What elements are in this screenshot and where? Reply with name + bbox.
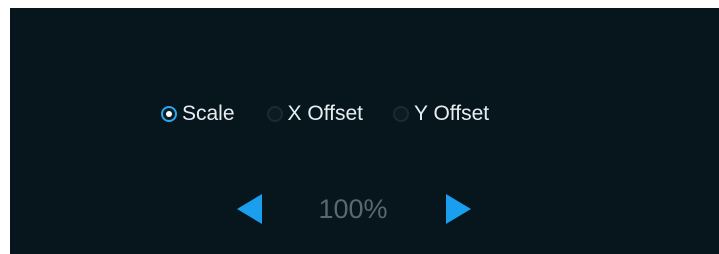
radio-button-x-offset[interactable] [266,106,283,122]
mode-radio-group: Scale X Offset Y Offset [161,100,489,128]
radio-label-scale: Scale [182,102,235,125]
adjust-panel: Scale X Offset Y Offset 100% [10,8,719,254]
arrow-right-icon[interactable] [446,194,471,224]
radio-label-y-offset: Y Offset [414,102,490,125]
radio-button-y-offset[interactable] [393,106,410,122]
radio-button-scale[interactable] [161,106,177,122]
arrow-left-icon[interactable] [237,194,262,224]
radio-option-x-offset[interactable]: X Offset [266,100,364,128]
radio-option-y-offset[interactable]: Y Offset [393,100,489,128]
value-display: 100% [318,194,388,224]
radio-label-x-offset: X Offset [287,102,364,125]
radio-option-scale[interactable]: Scale [161,100,235,128]
